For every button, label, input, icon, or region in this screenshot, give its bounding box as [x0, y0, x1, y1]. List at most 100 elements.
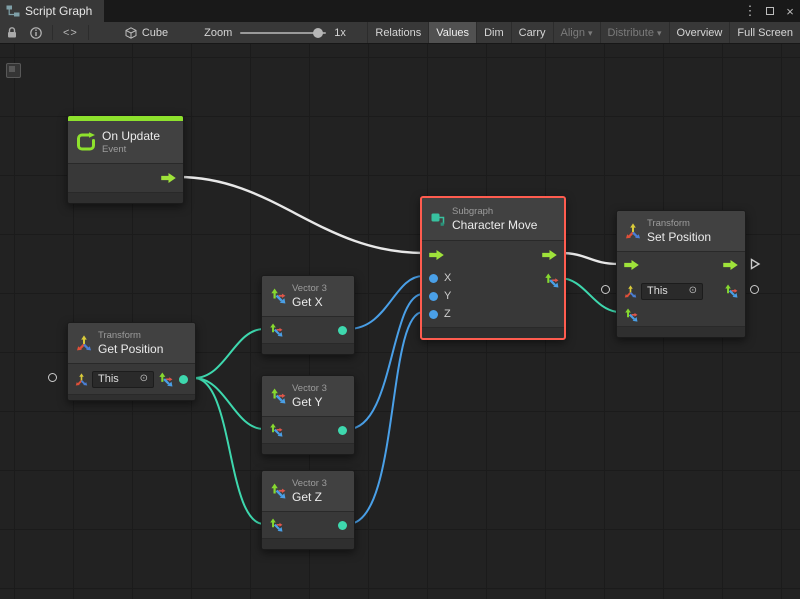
- tab-script-graph[interactable]: Script Graph: [0, 0, 104, 22]
- flow-output-port[interactable]: [542, 250, 557, 260]
- node-footer: [262, 443, 354, 454]
- node-footer: [422, 327, 564, 338]
- tab-title: Script Graph: [25, 4, 92, 18]
- transform-port-icon[interactable]: [624, 285, 637, 298]
- vector3-output-port[interactable]: [544, 273, 559, 288]
- toolbar-button-values[interactable]: Values: [428, 22, 476, 43]
- vector3-input-port[interactable]: [624, 308, 638, 322]
- target-object-button[interactable]: Cube: [119, 22, 174, 43]
- zoom-slider[interactable]: [240, 32, 326, 34]
- float-output-port[interactable]: [338, 521, 347, 530]
- vector3-icon: [270, 483, 286, 499]
- toolbar-button-fullscreen[interactable]: Full Screen: [729, 22, 800, 43]
- chevron-down-icon: ▾: [657, 28, 662, 39]
- node-footer: [617, 326, 745, 337]
- close-icon: ×: [786, 4, 794, 19]
- wire-getposition-to-getx[interactable]: [194, 329, 264, 378]
- node-get-y[interactable]: Vector 3 Get Y: [261, 375, 355, 455]
- node-on-update[interactable]: On Update Event: [67, 115, 184, 204]
- this-field[interactable]: This ⊙: [641, 283, 703, 300]
- toolbar-separator: [52, 25, 53, 40]
- node-get-x[interactable]: Vector 3 Get X: [261, 275, 355, 355]
- zoom-slider-knob[interactable]: [313, 28, 323, 38]
- transform-port-icon[interactable]: [75, 373, 88, 386]
- unconnected-this-port-setposition[interactable]: [601, 285, 610, 294]
- unconnected-this-port-getposition[interactable]: [48, 373, 57, 382]
- wire-charactermove-to-setposition-value[interactable]: [559, 278, 617, 312]
- this-field-value: This: [647, 285, 668, 297]
- subgraph-icon: [430, 211, 446, 227]
- flow-input-port[interactable]: [624, 260, 639, 270]
- toolbar-button-distribute[interactable]: Distribute ▾: [600, 22, 669, 43]
- tab-bar: Script Graph ⋮ ×: [0, 0, 800, 22]
- lock-icon: [6, 26, 18, 39]
- input-port-y[interactable]: [429, 292, 438, 301]
- wire-flow-charactermove-to-setposition[interactable]: [560, 253, 619, 264]
- object-picker-icon[interactable]: ⊙: [140, 374, 148, 384]
- vector3-input-port[interactable]: [269, 518, 283, 532]
- input-port-z[interactable]: [429, 310, 438, 319]
- button-label: Relations: [375, 27, 421, 39]
- flow-output-port[interactable]: [161, 173, 176, 183]
- wire-getposition-to-getz[interactable]: [194, 378, 264, 524]
- node-header: On Update Event: [68, 121, 183, 163]
- vector3-input-port[interactable]: [269, 323, 283, 337]
- vector3-icon: [270, 388, 286, 404]
- update-event-icon: [76, 132, 96, 152]
- toolbar-button-overview[interactable]: Overview: [669, 22, 730, 43]
- toolbar-button-dim[interactable]: Dim: [476, 22, 511, 43]
- toolbar-separator: [88, 25, 89, 40]
- wire-flow-onupdate-to-charactermove[interactable]: [178, 177, 424, 253]
- port-label-y: Y: [444, 290, 451, 302]
- object-picker-icon[interactable]: ⊙: [689, 286, 697, 296]
- toolbar-button-align[interactable]: Align ▾: [553, 22, 600, 43]
- wire-gety-to-charactermove-y[interactable]: [348, 294, 423, 429]
- toolbar-button-relations[interactable]: Relations: [367, 22, 428, 43]
- window-menu-button[interactable]: ⋮: [740, 0, 760, 22]
- transform-output-port[interactable]: [724, 284, 738, 298]
- button-label: Distribute: [608, 27, 654, 39]
- maximize-icon: [766, 7, 774, 15]
- position-output-port[interactable]: [179, 375, 188, 384]
- node-footer: [68, 394, 195, 400]
- button-label: Overview: [677, 27, 723, 39]
- input-port-x[interactable]: [429, 274, 438, 283]
- unconnected-output-port-setposition[interactable]: [750, 285, 759, 294]
- node-type-label: Transform: [98, 330, 163, 341]
- code-view-button[interactable]: <>: [57, 22, 84, 43]
- graph-canvas[interactable]: On Update Event Transform Get Position: [0, 44, 800, 599]
- window-close-button[interactable]: ×: [780, 0, 800, 22]
- code-icon: <>: [63, 27, 78, 39]
- node-header: Vector 3 Get Y: [262, 376, 354, 416]
- lock-button[interactable]: [0, 22, 24, 43]
- button-label: Dim: [484, 27, 504, 39]
- info-button[interactable]: [24, 22, 48, 43]
- node-character-move[interactable]: Subgraph Character Move X Y: [420, 196, 566, 340]
- transform-icon: [625, 223, 641, 239]
- node-title: Get Y: [292, 395, 327, 409]
- node-type-label: Subgraph: [452, 206, 537, 217]
- wire-getposition-to-gety[interactable]: [194, 378, 264, 429]
- node-type-label: Transform: [647, 218, 711, 229]
- target-object-label: Cube: [142, 27, 168, 39]
- float-output-port[interactable]: [338, 326, 347, 335]
- this-field[interactable]: This ⊙: [92, 371, 154, 388]
- flow-input-port[interactable]: [429, 250, 444, 260]
- vector3-input-port[interactable]: [269, 423, 283, 437]
- button-label: Align: [561, 27, 585, 39]
- float-output-port[interactable]: [338, 426, 347, 435]
- wire-getz-to-charactermove-z[interactable]: [348, 312, 423, 524]
- window-maximize-button[interactable]: [760, 0, 780, 22]
- zoom-label: Zoom: [204, 27, 232, 39]
- node-title: Set Position: [647, 230, 711, 244]
- cube-icon: [125, 27, 137, 39]
- node-get-position[interactable]: Transform Get Position This ⊙: [67, 322, 196, 401]
- node-get-z[interactable]: Vector 3 Get Z: [261, 470, 355, 550]
- toolbar-button-carry[interactable]: Carry: [511, 22, 553, 43]
- unconnected-flow-port-triangle[interactable]: [749, 258, 761, 270]
- node-set-position[interactable]: Transform Set Position This ⊙: [616, 210, 746, 338]
- tabbar-spacer: [104, 0, 740, 22]
- node-type-label: Event: [102, 144, 160, 155]
- flow-output-port[interactable]: [723, 260, 738, 270]
- chevron-down-icon: ▾: [588, 28, 593, 39]
